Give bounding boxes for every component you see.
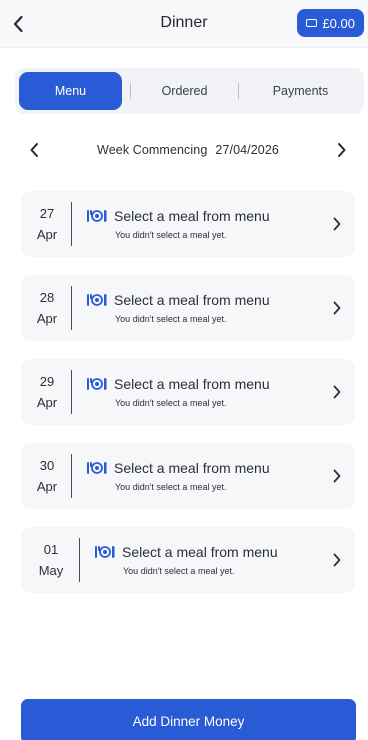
meal-info: Select a meal from menu You didn't selec… xyxy=(86,292,327,324)
wallet-icon xyxy=(306,19,318,27)
day-date: 28 Apr xyxy=(23,287,71,329)
chevron-right-icon xyxy=(333,553,341,567)
meal-title: Select a meal from menu xyxy=(86,376,327,392)
day-divider xyxy=(71,370,72,414)
app-header: Dinner £0.00 xyxy=(0,0,368,48)
day-number: 30 xyxy=(39,458,55,473)
day-month: Apr xyxy=(36,311,58,326)
tab-ordered[interactable]: Ordered xyxy=(122,72,241,110)
meal-info: Select a meal from menu You didn't selec… xyxy=(86,376,327,408)
main-content: Menu Ordered Payments Week Commencing 27/… xyxy=(0,48,368,740)
day-date: 30 Apr xyxy=(23,455,71,497)
previous-week-button[interactable] xyxy=(22,138,46,162)
chevron-left-icon xyxy=(30,143,38,157)
day-divider xyxy=(79,538,80,582)
day-number: 27 xyxy=(39,206,55,221)
balance-amount: £0.00 xyxy=(322,15,355,31)
meal-title-text: Select a meal from menu xyxy=(114,460,270,476)
tab-ordered-label: Ordered xyxy=(161,84,208,98)
chevron-right-icon xyxy=(333,469,341,483)
meal-title: Select a meal from menu xyxy=(86,460,327,476)
meal-info: Select a meal from menu You didn't selec… xyxy=(86,460,327,492)
day-divider xyxy=(71,202,72,246)
day-month: Apr xyxy=(36,227,58,242)
day-divider xyxy=(71,454,72,498)
week-date: 27/04/2026 xyxy=(215,143,279,157)
day-date: 27 Apr xyxy=(23,203,71,245)
cutlery-icon xyxy=(87,294,107,306)
day-card[interactable]: 01 May Select a meal from menu You didn'… xyxy=(21,527,355,593)
cutlery-icon xyxy=(87,378,107,390)
day-month: Apr xyxy=(36,479,58,494)
tab-menu[interactable]: Menu xyxy=(19,72,122,110)
meal-subtitle: You didn't select a meal yet. xyxy=(123,566,235,576)
cutlery-icon xyxy=(95,546,115,558)
chevron-right-icon xyxy=(338,143,346,157)
meal-title-text: Select a meal from menu xyxy=(114,376,270,392)
meal-info: Select a meal from menu You didn't selec… xyxy=(86,208,327,240)
meal-title-text: Select a meal from menu xyxy=(122,544,278,560)
day-card[interactable]: 27 Apr Select a meal from menu You didn'… xyxy=(21,191,355,257)
chevron-right-icon xyxy=(333,217,341,231)
meal-info: Select a meal from menu You didn't selec… xyxy=(94,544,327,576)
tab-bar: Menu Ordered Payments xyxy=(15,68,364,114)
week-label: Week Commencing 27/04/2026 xyxy=(97,143,279,157)
meal-subtitle: You didn't select a meal yet. xyxy=(115,398,227,408)
day-chevron[interactable] xyxy=(327,301,347,315)
day-divider xyxy=(71,286,72,330)
week-navigator: Week Commencing 27/04/2026 xyxy=(22,138,354,162)
cutlery-icon xyxy=(87,462,107,474)
tab-divider xyxy=(130,83,131,99)
meal-title-text: Select a meal from menu xyxy=(114,292,270,308)
chevron-right-icon xyxy=(333,385,341,399)
day-card[interactable]: 29 Apr Select a meal from menu You didn'… xyxy=(21,359,355,425)
meal-title: Select a meal from menu xyxy=(94,544,327,560)
week-prefix: Week Commencing xyxy=(97,143,208,157)
balance-button[interactable]: £0.00 xyxy=(297,9,364,37)
meal-title-text: Select a meal from menu xyxy=(114,208,270,224)
meal-subtitle: You didn't select a meal yet. xyxy=(115,230,227,240)
meal-title: Select a meal from menu xyxy=(86,292,327,308)
day-month: May xyxy=(38,563,64,578)
day-card[interactable]: 30 Apr Select a meal from menu You didn'… xyxy=(21,443,355,509)
meal-subtitle: You didn't select a meal yet. xyxy=(115,482,227,492)
cutlery-icon xyxy=(87,210,107,222)
chevron-right-icon xyxy=(333,301,341,315)
tab-payments[interactable]: Payments xyxy=(241,72,360,110)
meal-subtitle: You didn't select a meal yet. xyxy=(115,314,227,324)
tab-divider xyxy=(237,83,239,99)
day-chevron[interactable] xyxy=(327,217,347,231)
day-chevron[interactable] xyxy=(327,469,347,483)
day-month: Apr xyxy=(36,395,58,410)
day-card[interactable]: 28 Apr Select a meal from menu You didn'… xyxy=(21,275,355,341)
day-number: 29 xyxy=(39,374,55,389)
meal-title: Select a meal from menu xyxy=(86,208,327,224)
add-dinner-money-button[interactable]: Add Dinner Money xyxy=(21,699,356,740)
next-week-button[interactable] xyxy=(330,138,354,162)
day-number: 28 xyxy=(39,290,55,305)
day-date: 01 May xyxy=(23,539,79,581)
day-chevron[interactable] xyxy=(327,385,347,399)
day-number: 01 xyxy=(43,542,59,557)
day-date: 29 Apr xyxy=(23,371,71,413)
day-chevron[interactable] xyxy=(327,553,347,567)
